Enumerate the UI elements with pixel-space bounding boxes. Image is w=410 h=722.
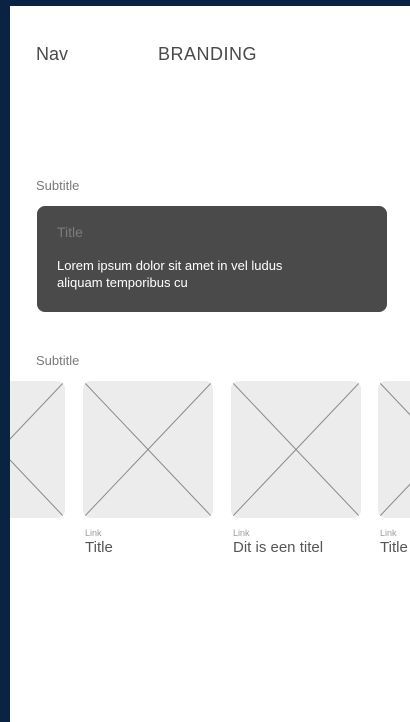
image-carousel[interactable]: Link Title Link Dit is een titel Link Ti… bbox=[10, 381, 410, 571]
item-link[interactable]: Link bbox=[85, 528, 102, 538]
image-placeholder[interactable] bbox=[231, 381, 361, 518]
item-title[interactable]: Title bbox=[380, 539, 408, 556]
app-screen: Nav BRANDING Subtitle Title Lorem ipsum … bbox=[10, 6, 410, 722]
section-subtitle: Subtitle bbox=[36, 178, 80, 193]
placeholder-image-icon bbox=[231, 381, 361, 518]
item-title[interactable]: Title bbox=[85, 539, 113, 556]
nav-button[interactable]: Nav bbox=[36, 44, 68, 65]
item-title[interactable]: Dit is een titel bbox=[233, 539, 323, 556]
image-placeholder[interactable] bbox=[83, 381, 213, 518]
card-body-text: Lorem ipsum dolor sit amet in vel ludus … bbox=[57, 258, 283, 290]
card-title: Title bbox=[57, 224, 83, 240]
placeholder-image-icon bbox=[83, 381, 213, 518]
item-link[interactable]: Link bbox=[233, 528, 250, 538]
image-placeholder[interactable] bbox=[10, 381, 65, 518]
item-link[interactable]: Link bbox=[380, 528, 397, 538]
placeholder-image-icon bbox=[10, 381, 65, 518]
section-subtitle: Subtitle bbox=[36, 353, 80, 368]
placeholder-image-icon bbox=[378, 381, 410, 518]
top-bar: Nav BRANDING bbox=[36, 44, 396, 74]
brand-logo: BRANDING bbox=[158, 44, 258, 64]
featured-card[interactable]: Title Lorem ipsum dolor sit amet in vel … bbox=[37, 206, 387, 312]
image-placeholder[interactable] bbox=[378, 381, 410, 518]
